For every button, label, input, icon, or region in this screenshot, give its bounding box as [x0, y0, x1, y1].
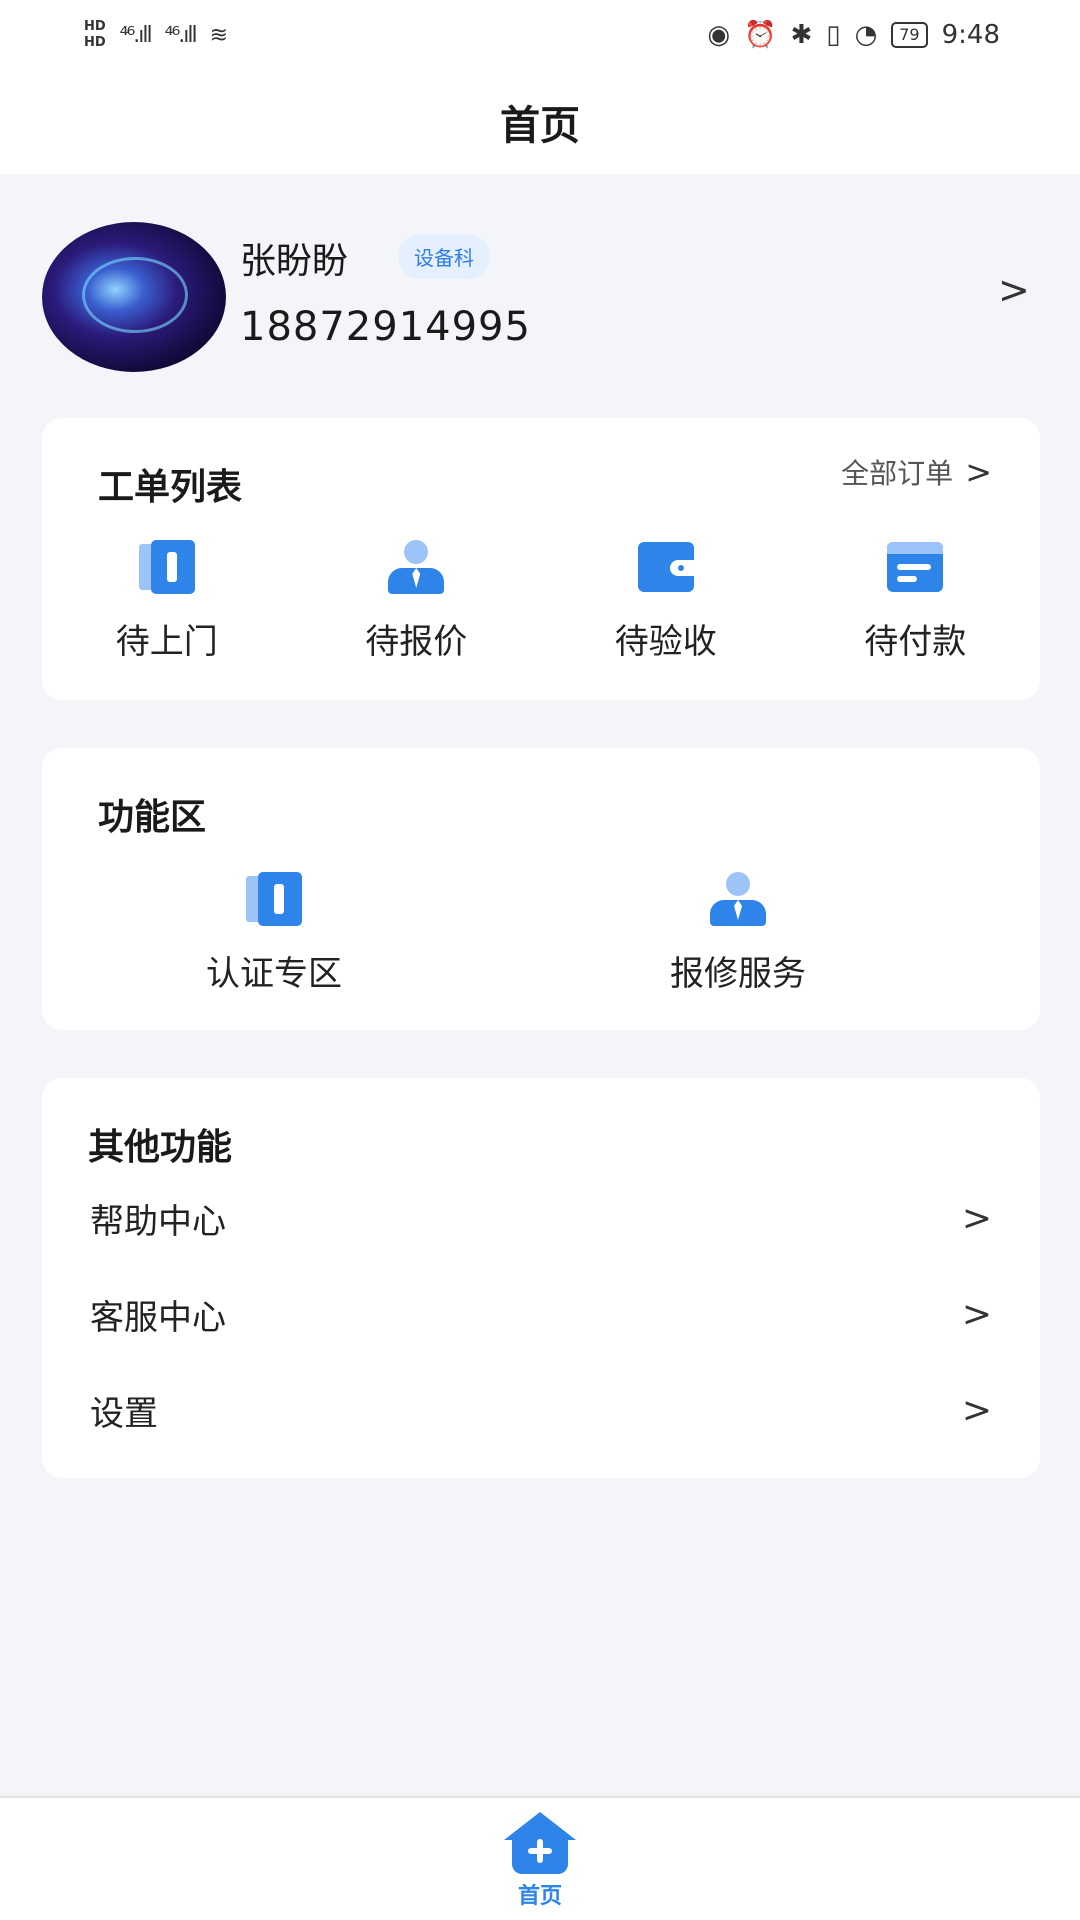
- functions-grid: 认证专区 报修服务: [42, 872, 970, 995]
- signal-icon-2: ⁴⁶.ıll: [164, 22, 198, 48]
- other-functions-card: 其他功能 帮助中心 > 客服中心 > 设置 >: [42, 1078, 1040, 1478]
- function-label: 报修服务: [670, 954, 806, 994]
- user-phone: 18872914995: [240, 304, 531, 350]
- hd-indicator: HD HD: [84, 19, 106, 51]
- order-status-pending-quote[interactable]: 待报价: [292, 540, 542, 663]
- functions-title: 功能区: [98, 797, 207, 838]
- menu-item-customer-service[interactable]: 客服中心 >: [42, 1266, 1040, 1362]
- tab-home[interactable]: 首页: [504, 1812, 576, 1920]
- order-status-pending-visit[interactable]: 待上门: [42, 540, 292, 663]
- order-status-label: 待付款: [864, 622, 967, 662]
- hd-label-2: HD: [84, 35, 106, 50]
- page-title: 首页: [500, 103, 580, 149]
- eye-icon: ◉: [707, 20, 731, 50]
- order-status-pending-payment[interactable]: 待付款: [791, 540, 1041, 663]
- profile-section[interactable]: 张盼盼 设备科 18872914995 >: [0, 174, 1080, 404]
- person-icon: [386, 540, 446, 594]
- card-icon: [885, 540, 945, 594]
- alarm-icon: ⏰: [744, 20, 777, 50]
- vibrate-icon: ▯: [826, 20, 841, 50]
- functions-card: 功能区 认证专区 报修服务: [42, 748, 1040, 1030]
- tab-home-label: 首页: [517, 1884, 562, 1909]
- door-icon: [244, 872, 304, 926]
- menu-item-label: 帮助中心: [90, 1201, 226, 1242]
- order-status-label: 待报价: [365, 622, 468, 662]
- department-badge: 设备科: [398, 234, 490, 279]
- menu-item-label: 客服中心: [90, 1297, 226, 1338]
- hd-label-1: HD: [84, 19, 106, 34]
- chevron-right-icon: >: [961, 1197, 992, 1239]
- bluetooth-icon: ✱: [790, 20, 813, 50]
- function-certification[interactable]: 认证专区: [42, 872, 506, 995]
- door-icon: [137, 540, 197, 594]
- person-icon: [708, 872, 768, 926]
- speed-icon: ◔: [854, 20, 878, 50]
- chevron-right-icon[interactable]: >: [998, 268, 1030, 312]
- order-status-label: 待验收: [614, 622, 717, 662]
- avatar[interactable]: [42, 222, 226, 372]
- function-repair-service[interactable]: 报修服务: [506, 872, 970, 995]
- home-icon: [504, 1812, 576, 1874]
- chevron-right-icon: >: [961, 1293, 992, 1335]
- all-orders-label: 全部订单: [841, 457, 954, 490]
- clock: 9:48: [941, 20, 1000, 50]
- bottom-tab-bar: 首页: [0, 1796, 1080, 1920]
- other-functions-title: 其他功能: [88, 1127, 233, 1168]
- function-label: 认证专区: [206, 954, 342, 994]
- order-status-label: 待上门: [115, 622, 218, 662]
- other-functions-list: 帮助中心 > 客服中心 > 设置 >: [42, 1170, 1040, 1458]
- chevron-right-icon: >: [961, 1389, 992, 1431]
- status-bar: HD HD ⁴⁶.ıll ⁴⁶.ıll ≋ ◉ ⏰ ✱ ▯ ◔ 79 9:48: [0, 0, 1080, 70]
- status-right: ◉ ⏰ ✱ ▯ ◔ 79 9:48: [707, 20, 1000, 50]
- page-title-bar: 首页: [0, 70, 1080, 174]
- wallet-icon: [636, 540, 696, 594]
- chevron-right-icon: >: [965, 453, 992, 491]
- order-status-pending-acceptance[interactable]: 待验收: [541, 540, 791, 663]
- battery-icon: 79: [891, 22, 928, 48]
- orders-title: 工单列表: [98, 467, 243, 508]
- menu-item-help-center[interactable]: 帮助中心 >: [42, 1170, 1040, 1266]
- user-name: 张盼盼: [240, 241, 349, 282]
- all-orders-link[interactable]: 全部订单 >: [841, 452, 992, 492]
- signal-icon: ⁴⁶.ıll: [119, 22, 153, 48]
- status-left: HD HD ⁴⁶.ıll ⁴⁶.ıll ≋: [84, 19, 228, 51]
- menu-item-settings[interactable]: 设置 >: [42, 1362, 1040, 1458]
- orders-card: 工单列表 全部订单 > 待上门 待报价 待验收 待付款: [42, 418, 1040, 700]
- order-status-grid: 待上门 待报价 待验收 待付款: [42, 540, 1040, 663]
- menu-item-label: 设置: [90, 1393, 158, 1434]
- wifi-icon: ≋: [209, 22, 228, 48]
